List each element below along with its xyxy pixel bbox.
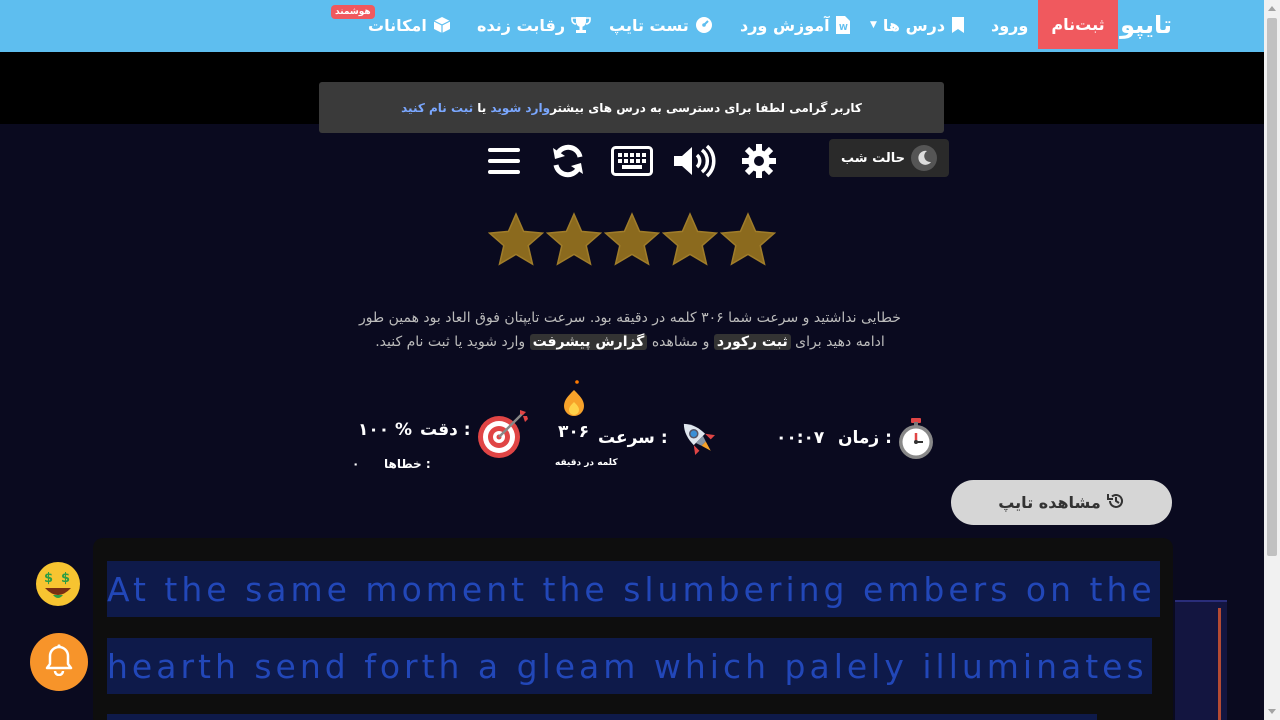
money-face-emoji-icon[interactable]: $ $ — [36, 562, 80, 606]
moon-icon — [910, 145, 937, 171]
watch-typing-button[interactable]: مشاهده تایپ — [951, 480, 1172, 525]
cube-icon — [433, 16, 451, 34]
rocket-icon — [676, 416, 720, 460]
star-icon — [720, 212, 776, 266]
star-icon — [662, 212, 718, 266]
history-icon — [1106, 492, 1125, 514]
brand-logo[interactable]: تایپو — [1120, 0, 1172, 50]
menu-icon[interactable] — [486, 142, 522, 180]
record-highlight[interactable]: ثبت رکورد — [713, 334, 791, 350]
rating-stars — [488, 212, 780, 272]
speed-label: سرعت : — [598, 428, 668, 448]
page-scrollbar[interactable] — [1264, 0, 1280, 720]
lessons-menu[interactable]: ▼ درس ها — [870, 0, 965, 50]
bell-icon — [44, 644, 74, 680]
advanced-report-highlight[interactable]: گزارش پیشرفت — [529, 334, 648, 350]
typing-text-line-3 — [107, 714, 1097, 720]
notice-signup-link[interactable]: ثبت نام کنید — [401, 101, 473, 115]
notice-middle: یا — [473, 100, 491, 115]
refresh-icon[interactable] — [548, 142, 588, 180]
live-competition-label: رقابت زنده — [477, 15, 566, 35]
typing-test-link[interactable]: تست تایپ — [609, 0, 713, 50]
errors-value: ۰ — [352, 457, 360, 471]
caret-down-icon: ▼ — [870, 20, 877, 30]
result-line-2-end: وارد شوید یا ثبت نام کنید. — [375, 334, 530, 350]
top-navbar: تایپو ثبت‌نام ورود ▼ درس ها آموزش ورد W … — [0, 0, 1264, 52]
svg-text:W: W — [839, 23, 848, 32]
star-icon — [546, 212, 602, 266]
star-icon — [604, 212, 660, 266]
notice-text: کاربر گرامی لطفا برای دسترسی به درس های … — [550, 100, 862, 115]
time-value: ۰۰:۰۷ — [776, 428, 825, 448]
errors-label: خطاها : — [384, 457, 431, 471]
features-label: امکانات — [368, 15, 427, 35]
trophy-icon — [571, 16, 591, 34]
night-mode-label: حالت شب — [841, 150, 905, 166]
speed-unit: کلمه در دقیقه — [555, 458, 618, 468]
word-training-label: آموزش ورد — [740, 15, 830, 35]
night-mode-toggle[interactable]: حالت شب — [829, 139, 949, 177]
gear-icon[interactable] — [740, 142, 778, 180]
word-training-link[interactable]: آموزش ورد W — [740, 0, 850, 50]
background-decoration-right — [1175, 600, 1227, 720]
scroll-down-arrow[interactable] — [1268, 709, 1276, 714]
notice-login-link[interactable]: وارد شوید — [490, 101, 550, 115]
watch-typing-label: مشاهده تایپ — [998, 493, 1101, 512]
typing-text-line-1: At the same moment the slumbering embers… — [107, 561, 1160, 617]
notification-bell-button[interactable] — [30, 633, 88, 691]
keyboard-icon[interactable] — [610, 142, 654, 180]
word-file-icon: W — [835, 16, 850, 34]
typing-text-line-2: hearth send forth a gleam which palely i… — [107, 638, 1152, 694]
signup-button[interactable]: ثبت‌نام — [1038, 0, 1118, 49]
stopwatch-icon — [896, 418, 936, 460]
result-line-2-middle: و مشاهده — [647, 334, 714, 350]
lessons-label: درس ها — [882, 15, 946, 35]
fire-icon — [562, 378, 586, 424]
scroll-thumb[interactable] — [1267, 18, 1277, 556]
result-message: خطایی نداشتید و سرعت شما ۳۰۶ کلمه در دقی… — [340, 306, 920, 354]
bookmark-icon — [951, 17, 965, 33]
speed-value: ۳۰۶ — [558, 422, 590, 442]
result-line-2: ادامه دهید برای ثبت رکورد و مشاهده گزارش… — [340, 330, 920, 354]
volume-icon[interactable] — [672, 142, 718, 180]
scroll-up-arrow[interactable] — [1268, 6, 1276, 11]
time-label: زمان : — [838, 428, 892, 448]
smart-badge: هوشمند — [331, 5, 375, 19]
accuracy-label: دقت : — [420, 420, 471, 440]
speedometer-icon — [695, 16, 713, 34]
live-competition-link[interactable]: رقابت زنده — [477, 0, 591, 50]
result-line-1: خطایی نداشتید و سرعت شما ۳۰۶ کلمه در دقی… — [359, 310, 901, 326]
features-link[interactable]: امکانات — [368, 0, 451, 50]
login-link[interactable]: ورود — [991, 0, 1028, 50]
target-icon — [476, 408, 530, 460]
login-notice: کاربر گرامی لطفا برای دسترسی به درس های … — [319, 82, 944, 133]
result-line-2-start: ادامه دهید برای — [790, 334, 885, 350]
typing-test-label: تست تایپ — [609, 15, 689, 35]
star-icon — [488, 212, 544, 266]
svg-text:$: $ — [61, 571, 70, 586]
svg-text:$: $ — [44, 571, 53, 586]
accuracy-value: ۱۰۰ % — [358, 420, 413, 440]
